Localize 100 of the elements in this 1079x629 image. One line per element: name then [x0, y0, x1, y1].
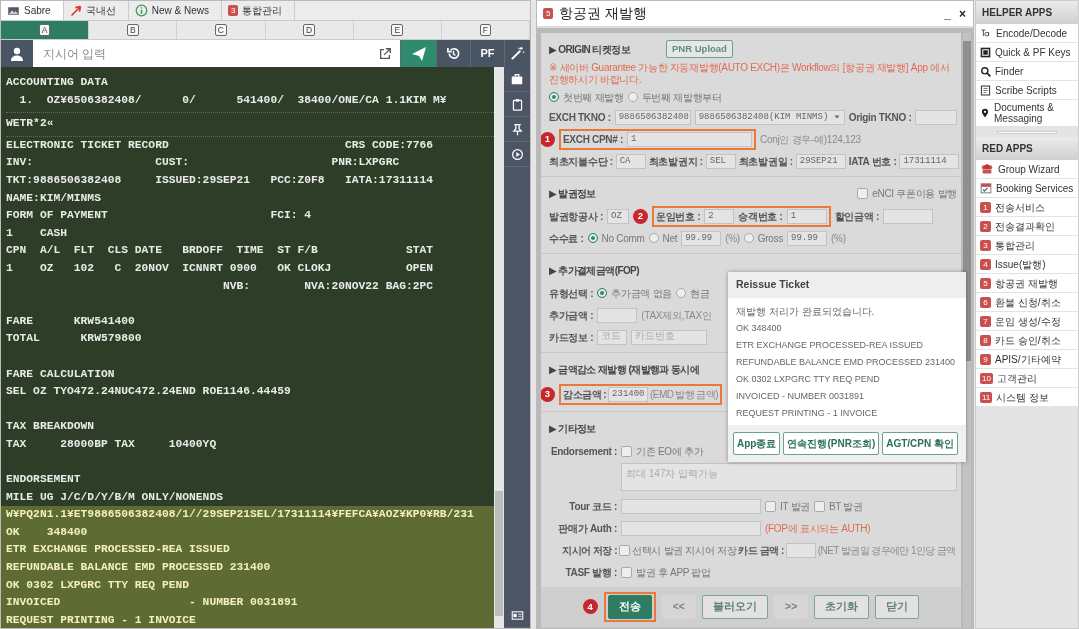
symbol-icon [980, 27, 992, 39]
checkbox-label: BT 발권 [829, 499, 863, 514]
clipboard-icon [510, 97, 524, 111]
input-field[interactable]: SEL [705, 153, 736, 169]
item-label: Group Wizard [998, 163, 1060, 175]
sidebar-item[interactable]: Finder [976, 62, 1078, 81]
checkbox-label: 기존 EO에 추가 [636, 444, 704, 459]
sidebar-item[interactable]: Documents & Messaging [976, 100, 1078, 127]
number-badge: 10 [980, 372, 993, 384]
item-label: 고객관리 [996, 372, 1037, 384]
sidebar-item[interactable]: 1 전송서비스 [976, 198, 1078, 217]
checkbox[interactable] [857, 187, 869, 199]
input-field[interactable]: 1 [627, 131, 753, 147]
radio-button[interactable] [587, 233, 598, 243]
checkbox-label: 발권 후 APP 팝업 [636, 565, 711, 580]
sidebar-item[interactable]: 5 항공권 재발행 [976, 274, 1078, 293]
close-button[interactable]: × [958, 4, 967, 23]
field-label: 발권항공사 : [549, 209, 603, 224]
checkbox[interactable] [621, 445, 632, 457]
radio-label: 현금 [690, 286, 710, 301]
sidebar-item[interactable]: 11 시스템 정보 [976, 388, 1078, 407]
radio-button[interactable] [549, 92, 559, 102]
sidebar-item[interactable]: Quick & PF Keys [976, 43, 1078, 62]
sidebar-item[interactable]: 3 통합관리 [976, 236, 1078, 255]
app-badge: 5 [543, 8, 554, 19]
input-field[interactable] [597, 307, 638, 323]
window-title: 항공권 재발행 [559, 4, 648, 23]
field-label: 수수료 : [549, 231, 584, 246]
sidebar-item[interactable]: 6 환불 신청/취소 [976, 293, 1078, 312]
terminal-line: ELECTRONIC TICKET RECORD CRS CODE:7766 [6, 137, 434, 153]
sidebar-item[interactable]: 8 카드 승인/취소 [976, 331, 1078, 350]
input-field[interactable]: 99.99 [681, 230, 722, 246]
sidebar-item[interactable]: 4 Issue(발행) [976, 255, 1078, 274]
input-field[interactable] [915, 109, 957, 125]
section-heading: ▶ ORIGIN 티켓정보 [549, 42, 630, 57]
radio-label: Gross [757, 231, 783, 246]
form-button[interactable]: 전송 [607, 595, 652, 619]
checkbox[interactable] [619, 544, 630, 556]
input-field[interactable]: 2 [704, 208, 735, 224]
input-field[interactable] [785, 542, 816, 558]
item-label: 환불 신청/취소 [995, 296, 1061, 308]
radio-button[interactable] [743, 233, 754, 243]
terminal-line: INVOICED - NUMBER 0031891 [6, 595, 298, 611]
terminal-line: ETR EXCHANGE PROCESSED-REA ISSUED [6, 542, 230, 558]
radio-label: 추가금액 없음 [611, 286, 672, 301]
checkbox[interactable] [621, 566, 632, 578]
terminal-line: CPN A/L FLT CLS DATE BRDOFF TIME ST F/B STAT [6, 243, 434, 259]
hint-text: (NET 발권일 경우에만 1인당 금액 [817, 543, 956, 558]
dialog-button[interactable]: AGT/CPN 확인 [882, 431, 958, 455]
sidebar-item[interactable]: Group Wizard [976, 160, 1078, 179]
number-badge: 4 [980, 258, 991, 270]
checkbox[interactable] [814, 500, 825, 512]
dialog-button[interactable]: 연속진행(PNR조회) [783, 431, 880, 455]
item-label: Booking Services [996, 182, 1074, 194]
sidebar-item[interactable]: 7 운임 생성/수정 [976, 312, 1078, 331]
input-field[interactable]: 1 [786, 208, 827, 224]
input-field[interactable]: 29SEP21 [795, 153, 846, 169]
input-field[interactable] [621, 520, 761, 536]
sidebar-item[interactable]: Encode/Decode [976, 24, 1078, 43]
column-tab[interactable]: A [1, 21, 90, 39]
radio-button[interactable] [676, 288, 686, 298]
input-field[interactable] [882, 208, 933, 224]
dialog-button[interactable]: App종료 [733, 431, 781, 455]
tab-label: 국내선 [85, 4, 116, 18]
hint-text: Conj인 경우-예)124,123 [760, 132, 861, 147]
item-label: 항공권 재발행 [995, 277, 1058, 289]
input-field[interactable]: 99.99 [787, 230, 827, 246]
number-badge: 5 [980, 277, 991, 289]
checkbox[interactable] [765, 500, 776, 512]
terminal-line: TOTAL KRW579800 [6, 331, 142, 347]
input-field[interactable]: CA [615, 153, 646, 169]
scrollbar[interactable] [494, 67, 504, 628]
input-field[interactable]: OZ [607, 208, 629, 224]
minimize-button[interactable]: _ [943, 4, 952, 23]
sidebar-item[interactable]: Scribe Scripts [976, 81, 1078, 100]
hint-text: (%) [725, 231, 740, 246]
command-input[interactable]: 지시어 입력 [33, 40, 370, 67]
sidebar-item[interactable]: Booking Services [976, 179, 1078, 198]
wand-icon [510, 46, 525, 61]
history-icon [446, 46, 461, 61]
terminal-line: REQUEST PRINTING - 1 INVOICE [6, 612, 196, 628]
app-tab[interactable]: Sabre [1, 1, 64, 20]
input-field[interactable]: 17311114 [899, 153, 960, 169]
hint-text: (TAX제외,TAX인 [641, 308, 712, 323]
input-field[interactable] [621, 498, 761, 514]
number-badge: 7 [980, 315, 991, 327]
play-icon [510, 147, 524, 161]
input-field[interactable]: 231400 [608, 386, 649, 402]
radio-button[interactable] [648, 233, 659, 243]
send-button[interactable] [400, 40, 436, 67]
sidebar-item[interactable]: 10 고객관리 [976, 369, 1078, 388]
sidebar-item[interactable]: 2 전송결과확인 [976, 217, 1078, 236]
select-field[interactable]: 9886506382408(KIM MINMS) [694, 109, 845, 125]
item-label: Documents & Messaging [994, 102, 1056, 124]
sidebar-item[interactable]: 9 APIS/기타예약 [976, 350, 1078, 369]
radio-button[interactable] [627, 92, 638, 102]
pin-icon [510, 122, 524, 136]
callout-marker: 2 [633, 208, 648, 224]
radio-button[interactable] [597, 288, 608, 298]
input-field[interactable]: 9886506382408 [614, 109, 691, 125]
